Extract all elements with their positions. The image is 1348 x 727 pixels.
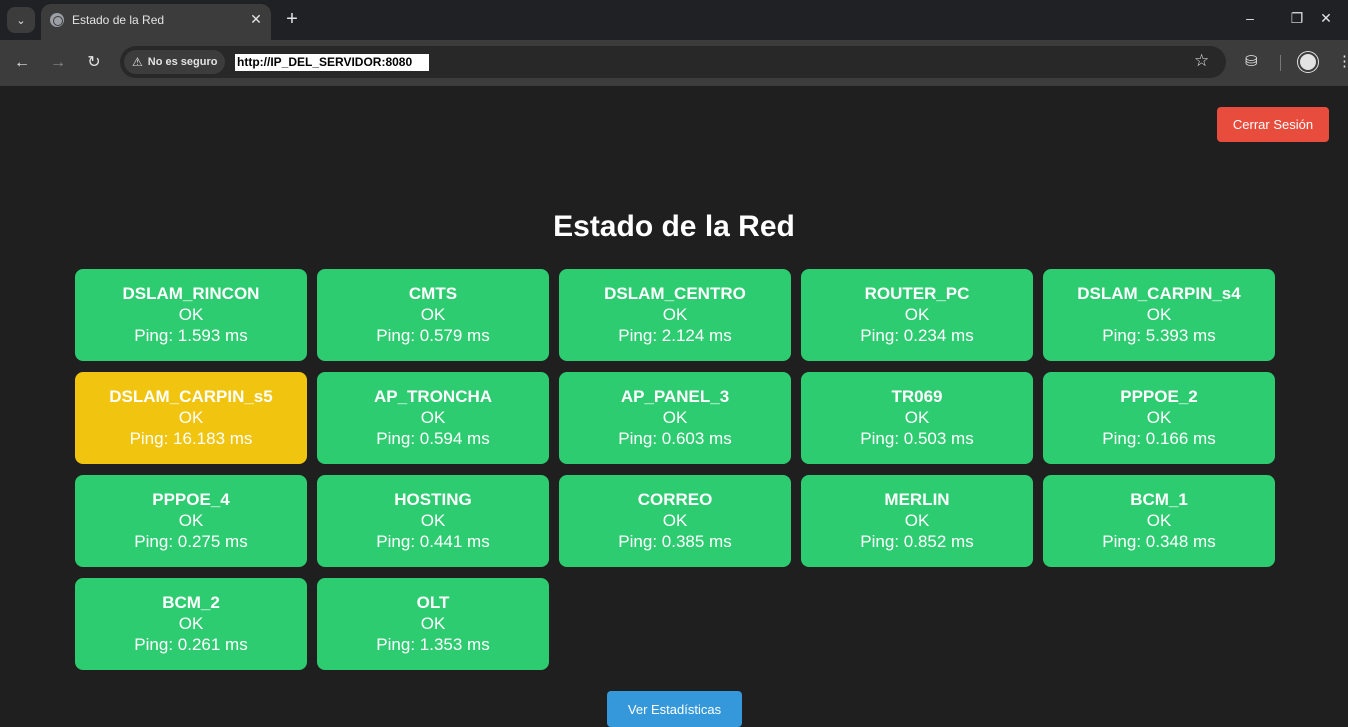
tab-close-icon[interactable]: ✕ (247, 11, 265, 28)
device-status: OK (420, 408, 446, 427)
device-status: OK (420, 305, 446, 324)
device-grid: DSLAM_RINCON OK Ping: 1.593 ms CMTS OK Ping: … (75, 269, 1275, 670)
device-name: MERLIN (884, 490, 950, 509)
bookmark-star-icon[interactable]: ☆ (1194, 51, 1209, 71)
device-name: OLT (416, 593, 450, 612)
device-card: DSLAM_CARPIN_s5 OK Ping: 16.183 ms (75, 372, 307, 464)
browser-tab[interactable]: Estado de la Red ✕ (41, 4, 271, 40)
device-status: OK (178, 511, 204, 530)
globe-icon (50, 13, 64, 27)
device-ping: Ping: 0.503 ms (860, 429, 974, 448)
device-ping: Ping: 0.275 ms (134, 532, 248, 551)
url-text[interactable]: http://IP_DEL_SERVIDOR:8080 (235, 54, 429, 71)
device-card: AP_TRONCHA OK Ping: 0.594 ms (317, 372, 549, 464)
device-status: OK (178, 305, 204, 324)
device-status: OK (420, 511, 446, 530)
device-name: DSLAM_CARPIN_s5 (109, 387, 273, 406)
address-bar[interactable]: ⚠ No es seguro http://IP_DEL_SERVIDOR:80… (120, 46, 1226, 78)
device-ping: Ping: 0.261 ms (134, 635, 248, 654)
window-close-icon[interactable]: ✕ (1316, 10, 1336, 27)
security-chip[interactable]: ⚠ No es seguro (124, 50, 226, 74)
device-card: MERLIN OK Ping: 0.852 ms (801, 475, 1033, 567)
device-ping: Ping: 0.348 ms (1102, 532, 1216, 551)
device-ping: Ping: 2.124 ms (618, 326, 732, 345)
device-ping: Ping: 0.594 ms (376, 429, 490, 448)
device-name: AP_PANEL_3 (620, 387, 730, 406)
page-title: Estado de la Red (553, 210, 795, 243)
browser-toolbar: ← → ↻ ⚠ No es seguro http://IP_DEL_SERVI… (0, 40, 1348, 86)
device-status: OK (904, 305, 930, 324)
device-card: AP_PANEL_3 OK Ping: 0.603 ms (559, 372, 791, 464)
device-card: ROUTER_PC OK Ping: 0.234 ms (801, 269, 1033, 361)
back-arrow-icon[interactable]: ← (11, 52, 33, 74)
browser-tab-strip: ⌄ Estado de la Red ✕ + – ❐ ✕ (0, 0, 1348, 40)
device-card: DSLAM_CENTRO OK Ping: 2.124 ms (559, 269, 791, 361)
device-ping: Ping: 16.183 ms (129, 429, 253, 448)
device-ping: Ping: 0.441 ms (376, 532, 490, 551)
device-status: OK (420, 614, 446, 633)
device-status: OK (904, 408, 930, 427)
device-status: OK (662, 511, 688, 530)
device-status: OK (904, 511, 930, 530)
device-status: OK (1146, 511, 1172, 530)
minimize-icon[interactable]: – (1240, 10, 1260, 26)
device-card: TR069 OK Ping: 0.503 ms (801, 372, 1033, 464)
device-name: BCM_1 (1130, 490, 1188, 509)
device-status: OK (178, 614, 204, 633)
tab-title: Estado de la Red (72, 13, 165, 27)
device-status: OK (1146, 408, 1172, 427)
device-name: DSLAM_CENTRO (604, 284, 746, 303)
device-ping: Ping: 0.579 ms (376, 326, 490, 345)
profile-avatar-icon[interactable] (1298, 52, 1318, 72)
device-name: CORREO (637, 490, 713, 509)
device-ping: Ping: 1.353 ms (376, 635, 490, 654)
device-name: PPPOE_4 (152, 490, 230, 509)
warning-triangle-icon: ⚠ (132, 55, 143, 69)
extensions-puzzle-icon[interactable]: ⛁ (1245, 52, 1258, 70)
device-name: DSLAM_CARPIN_s4 (1077, 284, 1241, 303)
device-card: PPPOE_2 OK Ping: 0.166 ms (1043, 372, 1275, 464)
device-name: DSLAM_RINCON (122, 284, 260, 303)
security-label: No es seguro (147, 56, 218, 68)
tab-search-chevron-icon[interactable]: ⌄ (7, 7, 35, 33)
device-ping: Ping: 1.593 ms (134, 326, 248, 345)
page-content: Cerrar Sesión Estado de la Red DSLAM_RIN… (0, 86, 1348, 727)
device-card: HOSTING OK Ping: 0.441 ms (317, 475, 549, 567)
device-name: PPPOE_2 (1120, 387, 1198, 406)
device-card: PPPOE_4 OK Ping: 0.275 ms (75, 475, 307, 567)
device-status: OK (178, 408, 204, 427)
device-ping: Ping: 5.393 ms (1102, 326, 1216, 345)
logout-button[interactable]: Cerrar Sesión (1217, 107, 1329, 142)
device-card: DSLAM_RINCON OK Ping: 1.593 ms (75, 269, 307, 361)
restore-icon[interactable]: ❐ (1287, 10, 1307, 27)
device-card: OLT OK Ping: 1.353 ms (317, 578, 549, 670)
view-stats-button[interactable]: Ver Estadísticas (607, 691, 742, 727)
toolbar-divider (1280, 55, 1281, 71)
device-card: DSLAM_CARPIN_s4 OK Ping: 5.393 ms (1043, 269, 1275, 361)
more-menu-icon[interactable]: ⋮ (1337, 52, 1348, 70)
device-name: ROUTER_PC (864, 284, 970, 303)
device-status: OK (662, 408, 688, 427)
device-card: CORREO OK Ping: 0.385 ms (559, 475, 791, 567)
device-name: HOSTING (394, 490, 472, 509)
device-status: OK (662, 305, 688, 324)
device-ping: Ping: 0.852 ms (860, 532, 974, 551)
device-name: TR069 (891, 387, 943, 406)
device-ping: Ping: 0.603 ms (618, 429, 732, 448)
device-ping: Ping: 0.385 ms (618, 532, 732, 551)
device-status: OK (1146, 305, 1172, 324)
device-name: CMTS (408, 284, 458, 303)
device-card: BCM_2 OK Ping: 0.261 ms (75, 578, 307, 670)
reload-icon[interactable]: ↻ (83, 52, 105, 74)
new-tab-plus-icon[interactable]: + (282, 8, 302, 30)
device-name: AP_TRONCHA (373, 387, 493, 406)
device-ping: Ping: 0.234 ms (860, 326, 974, 345)
device-name: BCM_2 (162, 593, 220, 612)
device-ping: Ping: 0.166 ms (1102, 429, 1216, 448)
device-card: CMTS OK Ping: 0.579 ms (317, 269, 549, 361)
forward-arrow-icon[interactable]: → (47, 52, 69, 74)
device-card: BCM_1 OK Ping: 0.348 ms (1043, 475, 1275, 567)
